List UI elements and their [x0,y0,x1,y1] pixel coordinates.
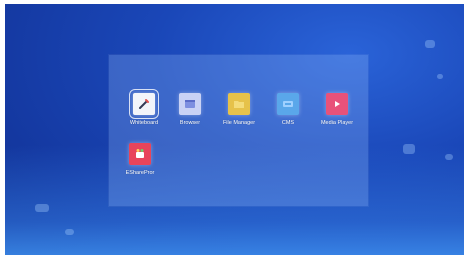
background-bokeh [403,144,415,154]
background-bokeh [35,204,49,212]
background-bokeh [445,154,453,160]
eshare-icon [129,143,151,165]
app-label: CMS [281,120,295,126]
cms-icon [277,93,299,115]
app-file-manager[interactable]: File Manager [216,93,262,126]
app-eshare[interactable]: ESharePror [117,143,163,176]
desktop-background: Whiteboard Browser File Manager CMS Medi… [5,4,464,255]
browser-icon [179,93,201,115]
whiteboard-icon [129,89,159,119]
background-bokeh [65,229,74,235]
app-label: ESharePror [125,170,155,176]
app-whiteboard[interactable]: Whiteboard [121,89,167,126]
app-launcher-panel: Whiteboard Browser File Manager CMS Medi… [109,55,368,206]
background-bokeh [425,40,435,48]
app-cms[interactable]: CMS [265,93,311,126]
app-label: Browser [179,120,201,126]
app-media-player[interactable]: Media Player [314,93,360,126]
folder-icon [228,93,250,115]
background-bokeh [437,74,443,79]
media-player-icon [326,93,348,115]
app-browser[interactable]: Browser [167,93,213,126]
app-label: Media Player [320,120,354,126]
app-label: Whiteboard [129,120,159,126]
app-label: File Manager [222,120,256,126]
